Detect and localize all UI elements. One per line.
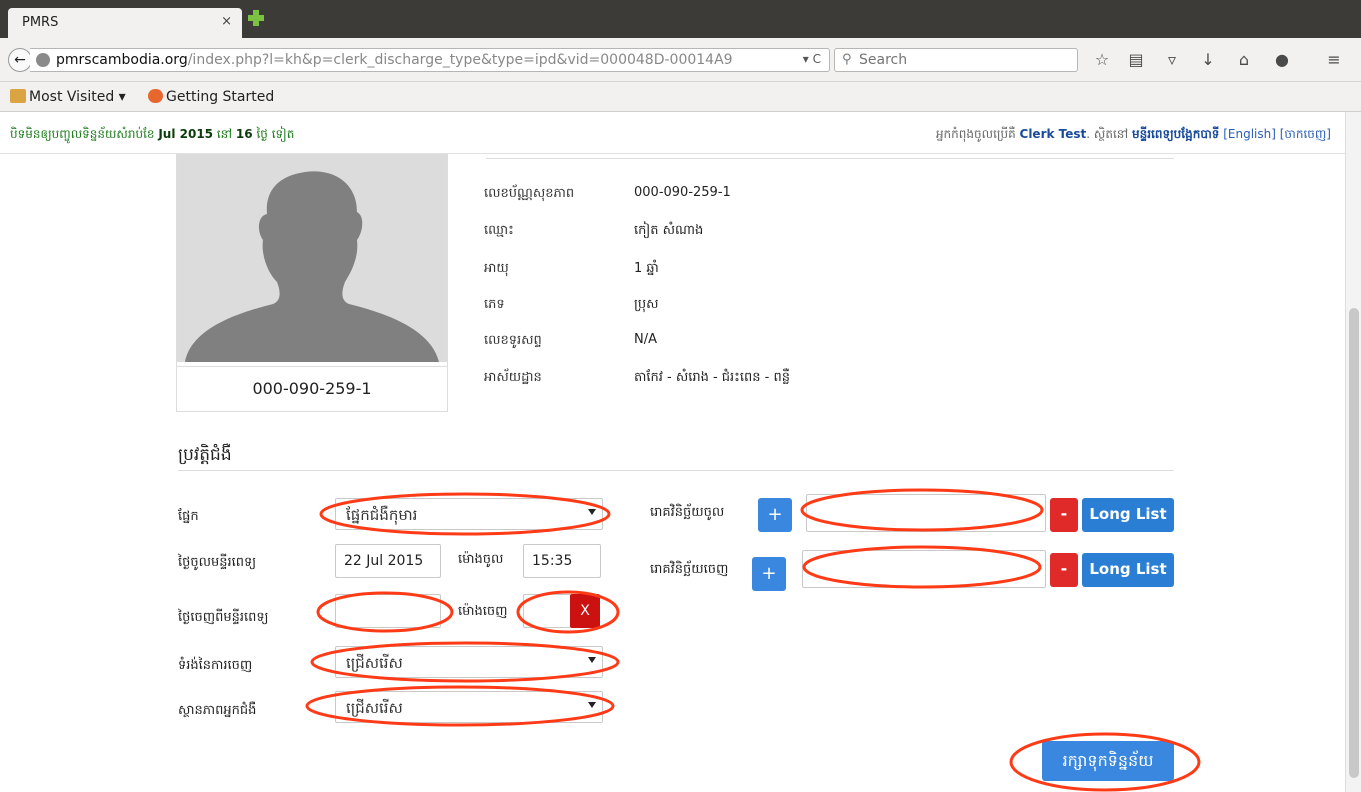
chevron-down-icon [588,657,596,663]
url-text: pmrscambodia.org/index.php?l=kh&p=clerk_… [56,52,733,68]
url-host: pmrscambodia.org [56,52,188,68]
home-icon[interactable]: ⌂ [1234,50,1254,70]
avatar [177,154,447,362]
star-icon[interactable]: ☆ [1092,50,1112,70]
notice-days: 16 [235,127,253,141]
add-diagnosis-out-button[interactable]: + [752,557,786,591]
info-label: ឈ្មោះ [484,223,514,238]
remove-diagnosis-out-button[interactable]: - [1050,553,1078,587]
diagnosis-in-input[interactable] [806,494,1046,532]
notice-suffix: ថ្ងៃ ទៀត [256,127,295,141]
info-label: អាស័យដ្ឋាន [484,370,542,385]
info-divider [486,158,1174,159]
status-bar: បិទមិនឲ្យបញ្ចូលទិន្នន័យសំរាប់ខែ Jul 2015… [0,112,1345,154]
hospital-name: មន្ទីរពេទ្យបង្អែកបាទី [1132,127,1220,141]
diagnosis-out-input[interactable] [802,550,1046,588]
admit-time-input[interactable] [523,544,601,578]
bookmark-getting-started-label: Getting Started [166,89,275,105]
bookmark-most-visited[interactable]: Most Visited ▾ [10,89,126,105]
photo-caption: 000-090-259-1 [177,366,447,398]
discharge-type-value: ជ្រើសរើស [346,654,403,672]
section-divider [178,470,1174,471]
admit-date-label: ថ្ងៃចូលមន្ទីរពេទ្យ [178,555,257,570]
browser-tab-bar: PMRS × [0,0,1361,38]
url-reload-icon[interactable]: ▾ C [803,52,821,66]
notice-month: Jul 2015 [158,127,214,141]
scrollbar-thumb[interactable] [1349,308,1359,778]
browser-tab[interactable]: PMRS × [8,8,242,38]
department-value: ផ្នែកជំងឺកុមារ [346,506,418,524]
lock-icon [36,53,50,67]
diagnosis-in-label: រោគវិនិច្ឆ័យចូល [650,505,725,520]
discharge-type-label: ទំរង់នៃការចេញ [178,658,253,673]
info-value: N/A [634,332,657,347]
info-value: ប្រុស [634,297,659,312]
user-prefix: អ្នកកំពុងចូលប្រើគឺ [935,127,1016,141]
notice-mid: នៅ [216,127,233,141]
info-label: លេខទូរសព្ទ [484,333,542,348]
discharge-type-select[interactable]: ជ្រើសរើស [335,646,603,678]
user-name: Clerk Test [1019,127,1087,141]
new-tab-icon[interactable] [247,9,265,27]
info-value: កៀត សំណាង [634,223,704,238]
user-mid: . ស្ថិតនៅ [1086,127,1129,141]
reader-icon[interactable]: ▤ [1126,50,1146,70]
url-bar[interactable]: pmrscambodia.org/index.php?l=kh&p=clerk_… [30,48,830,72]
folder-icon [10,89,26,103]
discharge-date-input[interactable] [335,594,441,628]
long-list-out-button[interactable]: Long List [1082,553,1174,587]
admit-time-label: ម៉ោងចូល [458,552,504,567]
firefox-icon [148,89,163,103]
back-icon[interactable]: ← [8,48,32,72]
chat-icon[interactable]: ● [1272,50,1292,70]
clear-time-button[interactable]: X [570,594,600,628]
info-label: លេខប័ណ្ណសុខភាព [484,186,575,201]
diagnosis-out-label: រោគវិនិច្ឆ័យចេញ [650,562,729,577]
logout-link[interactable]: [ចាកចេញ] [1280,127,1331,141]
chevron-down-icon [588,702,596,708]
discharge-date-label: ថ្ងៃចេញពីមន្ទីរពេទ្យ [178,610,269,625]
patient-photo-card: 000-090-259-1 [176,154,448,412]
patient-status-label: ស្ថានភាពអ្នកជំងឺ [178,703,257,718]
bookmarks-toolbar: Most Visited ▾ Getting Started [0,82,1361,112]
info-value: 000-090-259-1 [634,185,731,200]
language-link[interactable]: [English] [1223,127,1276,141]
patient-status-value: ជ្រើសរើស [346,699,403,717]
info-value: 1 ឆ្នាំ [634,261,659,276]
remove-diagnosis-in-button[interactable]: - [1050,498,1078,532]
bookmark-getting-started[interactable]: Getting Started [148,89,274,105]
search-icon: ⚲ [842,52,852,67]
chevron-down-icon [588,509,596,515]
url-path: /index.php?l=kh&p=clerk_discharge_type&t… [187,52,733,68]
download-icon[interactable]: ↓ [1198,50,1218,70]
info-label: ភេទ [484,297,505,312]
pocket-icon[interactable]: ▿ [1162,50,1182,70]
bookmark-most-visited-label: Most Visited ▾ [29,89,126,105]
long-list-in-button[interactable]: Long List [1082,498,1174,532]
navigation-toolbar: ← pmrscambodia.org/index.php?l=kh&p=cler… [0,38,1361,82]
notice-prefix: បិទមិនឲ្យបញ្ចូលទិន្នន័យសំរាប់ខែ [10,127,155,141]
add-diagnosis-in-button[interactable]: + [758,498,792,532]
discharge-time-input[interactable] [523,594,571,628]
department-select[interactable]: ផ្នែកជំងឺកុមារ [335,498,603,530]
tab-title: PMRS [22,15,59,30]
department-label: ផ្នែក [178,509,199,524]
page-scrollbar[interactable] [1345,112,1361,792]
info-value: តាកែវ - សំរោង - ជំរះពេន - ពន្លឺ [634,370,790,385]
admit-date-input[interactable] [335,544,441,578]
info-label: អាយុ [484,261,509,276]
patient-status-select[interactable]: ជ្រើសរើស [335,691,603,723]
section-title: ប្រវត្តិជំងឺ [178,445,232,465]
search-input[interactable] [859,51,1069,69]
user-info: អ្នកកំពុងចូលប្រើគឺ Clerk Test. ស្ថិតនៅ ម… [936,126,1331,144]
menu-icon[interactable]: ≡ [1324,50,1344,70]
tab-close-icon[interactable]: × [221,14,232,29]
main-content: 000-090-259-1 លេខប័ណ្ណសុខភាព 000-090-259… [0,154,1345,792]
data-entry-notice: បិទមិនឲ្យបញ្ចូលទិន្នន័យសំរាប់ខែ Jul 2015… [10,126,294,144]
discharge-time-label: ម៉ោងចេញ [458,604,508,619]
search-bar[interactable]: ⚲ [834,48,1078,72]
save-button[interactable]: រក្សាទុកទិន្នន័យ [1042,741,1174,781]
